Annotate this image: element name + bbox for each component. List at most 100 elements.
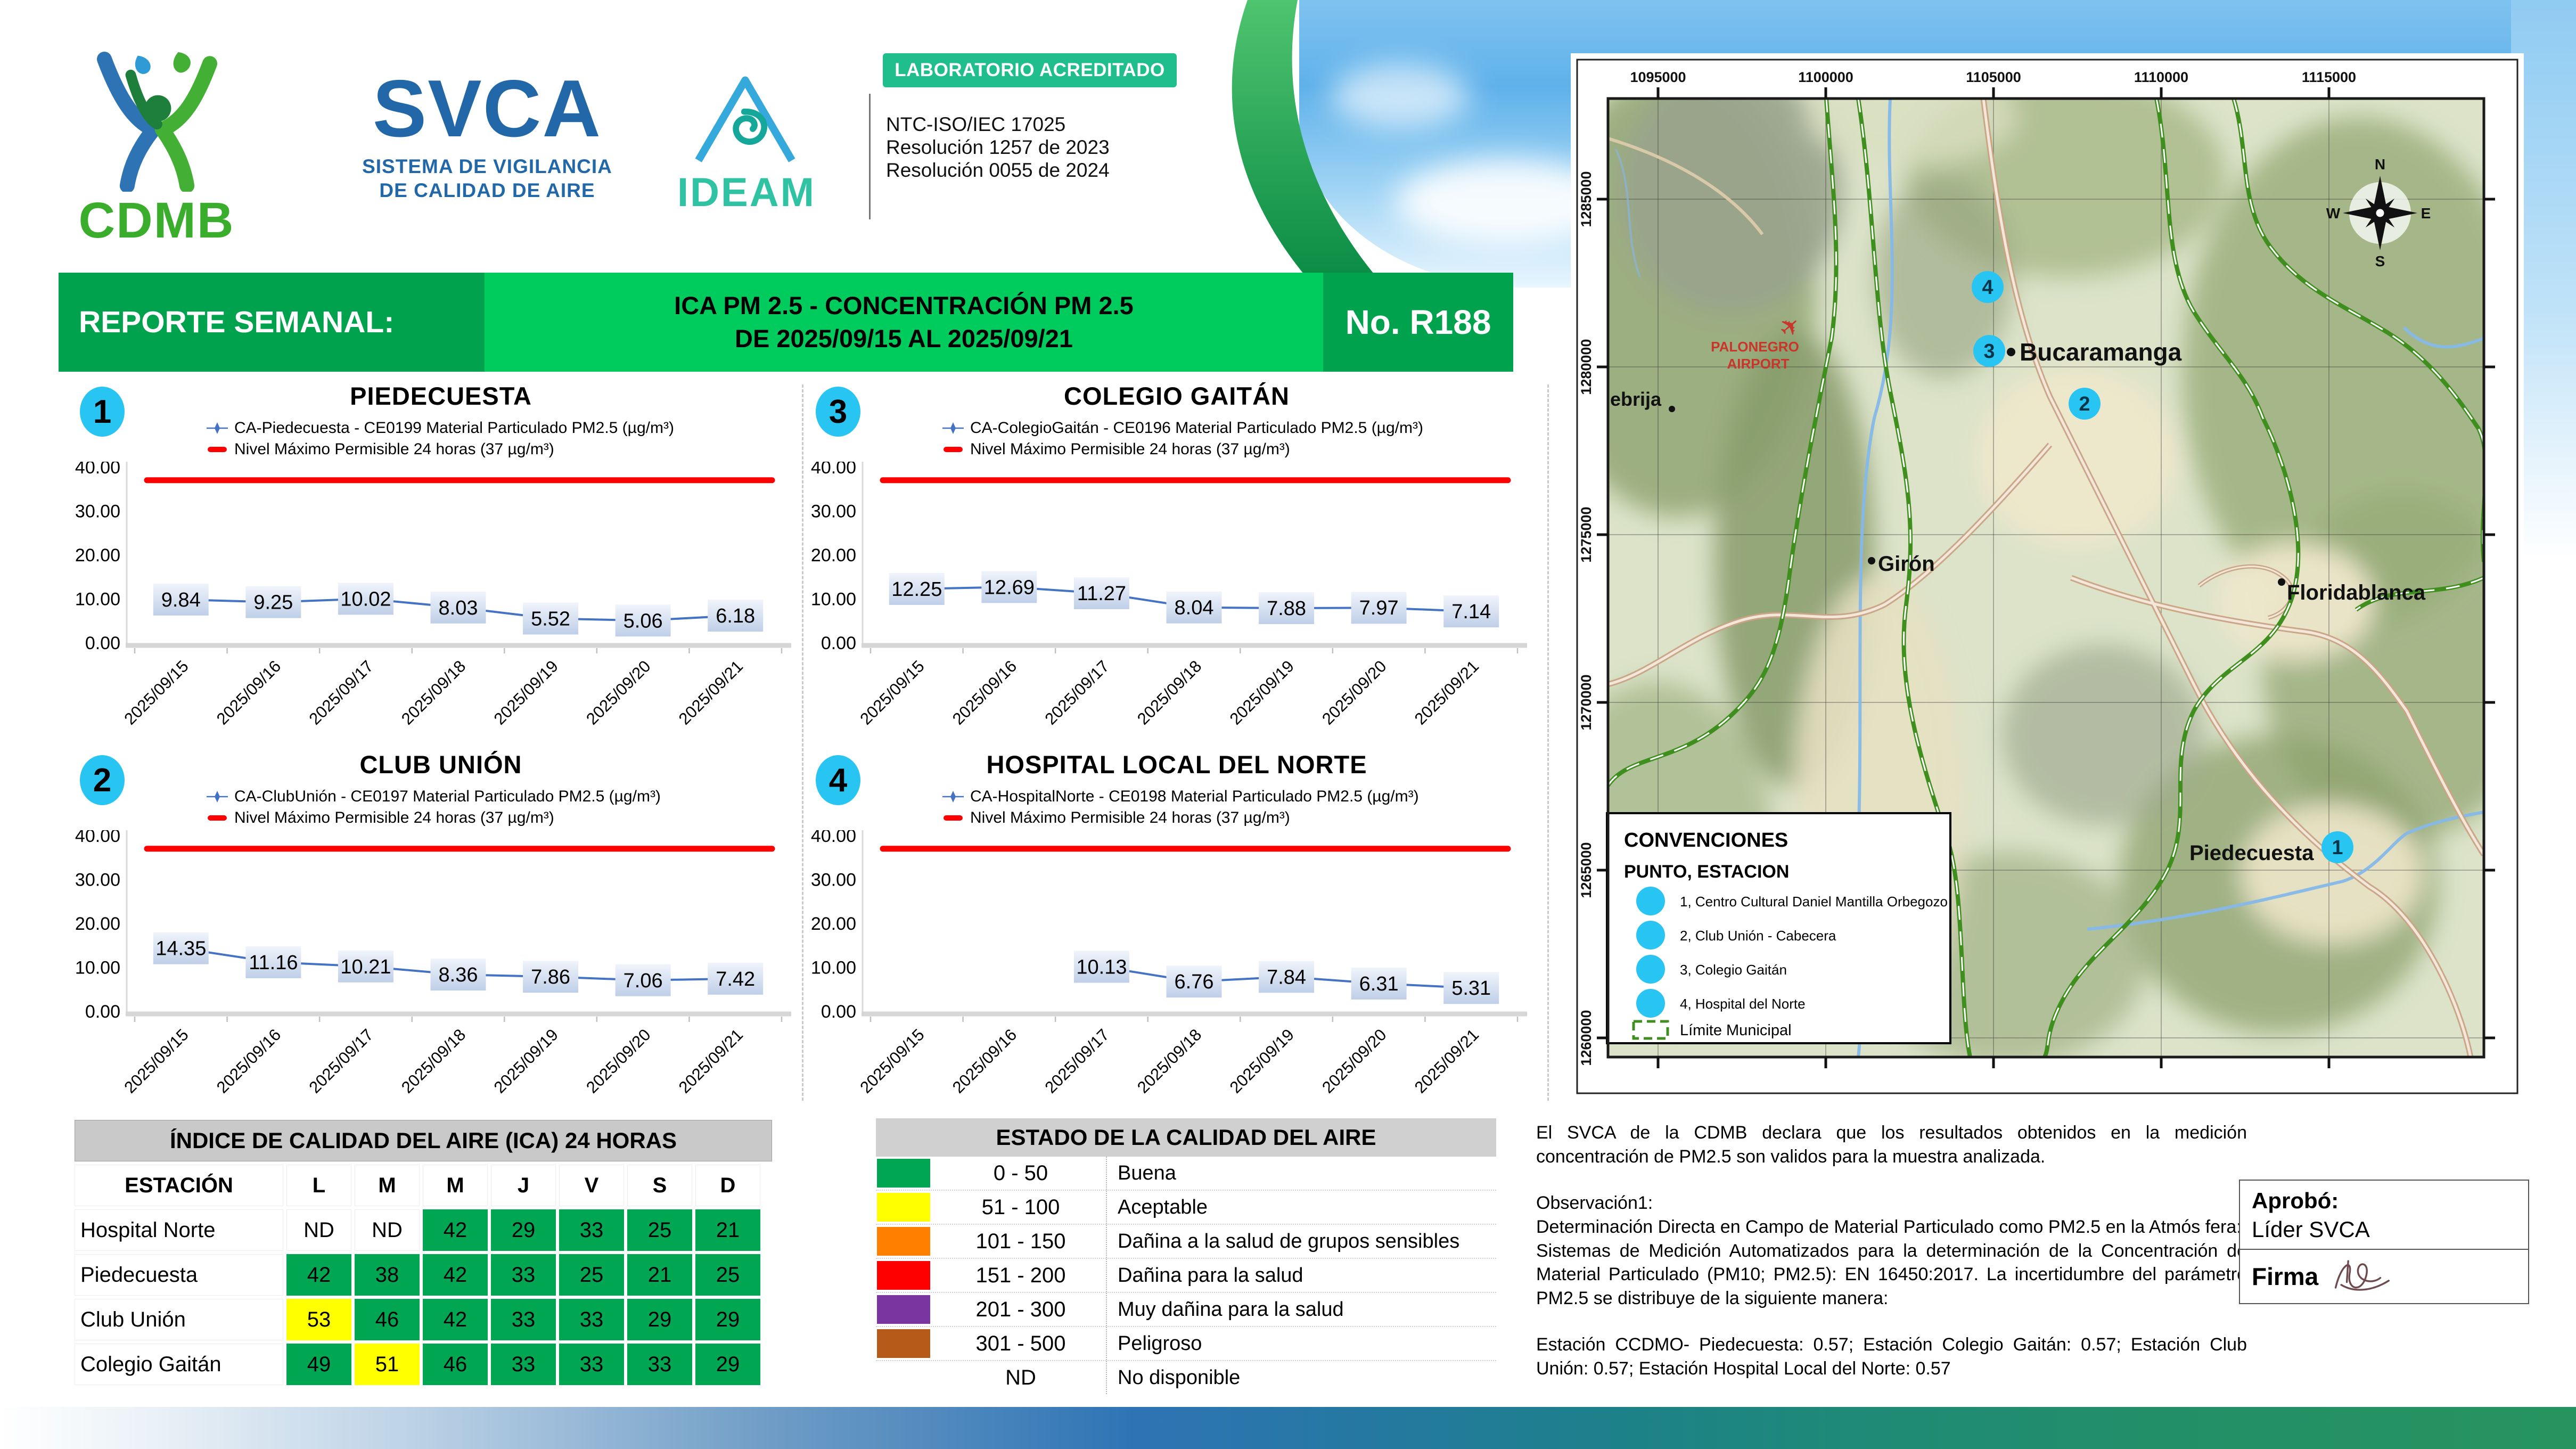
y-axis-tick: 20.00	[811, 545, 856, 566]
iso-line: NTC-ISO/IEC 17025	[886, 113, 1066, 135]
color-swatch	[877, 1295, 930, 1324]
x-axis-tick: 2025/09/16	[213, 1025, 284, 1096]
map-left-coordinate: 1285000	[1578, 171, 1594, 227]
station-marker-2: 2	[2069, 388, 2101, 420]
x-axis-tick: 2025/09/21	[1411, 1025, 1482, 1096]
ica-value-cell: 29	[491, 1209, 556, 1251]
data-label: 12.25	[891, 578, 942, 601]
map-canvas: Bucaramanga Girón Floridablanca Piedecue…	[1576, 59, 2518, 1094]
ica-value-cell: 25	[627, 1209, 692, 1251]
y-axis-tick: 40.00	[75, 462, 120, 478]
ica-value-cell: 51	[355, 1344, 420, 1385]
station-number-badge: 4	[816, 755, 860, 805]
ica-value-cell: 33	[627, 1344, 692, 1385]
x-axis-tick: 2025/09/21	[675, 1025, 746, 1096]
station-number-badge: 2	[80, 755, 125, 805]
x-axis-tick: 2025/09/18	[1134, 1025, 1205, 1096]
city-label-lebrija: ebrija	[1610, 388, 1662, 410]
ica-column-header: M	[355, 1165, 420, 1206]
ica-value-cell: 42	[286, 1254, 351, 1296]
map-top-coordinate: 1110000	[2134, 69, 2188, 85]
series-marker-icon	[942, 422, 964, 434]
ica-value-cell: 42	[423, 1209, 488, 1251]
observation-body: Sistemas de Medición Automatizados para …	[1536, 1240, 2247, 1309]
ideam-logo-icon	[695, 76, 795, 162]
x-axis-tick: 2025/09/21	[675, 657, 746, 728]
city-label-floridablanca: Floridablanca	[2287, 581, 2426, 604]
data-label: 5.52	[531, 608, 570, 630]
station-marker-4: 4	[1972, 271, 2004, 303]
data-label: 10.13	[1076, 956, 1127, 978]
series-legend-row: CA-ColegioGaitán - CE0196 Material Parti…	[941, 419, 1544, 437]
chart-title: CLUB UNIÓN	[359, 750, 522, 779]
signature-icon	[2335, 1260, 2390, 1291]
airport-label-line1: PALONEGRO	[1711, 339, 1799, 355]
station-map: Bucaramanga Girón Floridablanca Piedecue…	[1571, 53, 2524, 1100]
legend-station-icon	[1636, 887, 1665, 915]
estado-range: 151 - 200	[975, 1263, 1066, 1287]
ica-column-header: ESTACIÓN	[75, 1165, 283, 1206]
y-axis-tick: 0.00	[85, 633, 120, 653]
ica-column-header: J	[491, 1165, 556, 1206]
ica-value-cell: 42	[423, 1299, 488, 1340]
estado-range: ND	[1005, 1365, 1036, 1389]
observation-title: Observación1:	[1536, 1192, 1653, 1213]
map-left-coordinate: 1270000	[1578, 674, 1594, 730]
x-axis-tick: 2025/09/20	[1318, 1025, 1390, 1096]
ica-value-cell: 29	[695, 1299, 760, 1340]
x-axis-tick: 2025/09/19	[1226, 657, 1298, 728]
legend-item: 1, Centro Cultural Daniel Mantilla Orbeg…	[1680, 894, 1948, 910]
estado-range: 51 - 100	[981, 1195, 1060, 1219]
estado-row: ND No disponible	[876, 1360, 1496, 1394]
map-left-coordinate: 1265000	[1578, 842, 1594, 898]
limit-legend-row: Nivel Máximo Permisible 24 horas (37 µg/…	[206, 809, 808, 827]
ica-table: ÍNDICE DE CALIDAD DEL AIRE (ICA) 24 HORA…	[75, 1120, 772, 1385]
ica-station-name: Club Unión	[75, 1299, 283, 1340]
limit-label: Nivel Máximo Permisible 24 horas (37 µg/…	[234, 809, 554, 826]
ica-value-cell: 49	[286, 1344, 351, 1385]
ica-value-cell: 25	[695, 1254, 760, 1296]
x-axis-tick: 2025/09/17	[1041, 657, 1112, 728]
compass-s: S	[2375, 253, 2385, 269]
x-axis-tick: 2025/09/15	[120, 657, 192, 728]
legend-item: 3, Colegio Gaitán	[1680, 962, 1787, 978]
estado-swatch-cell	[876, 1261, 936, 1290]
x-axis-tick: 2025/09/19	[1226, 1025, 1298, 1096]
ica-column-header: V	[559, 1165, 624, 1206]
city-dot	[1868, 557, 1875, 564]
station-number-badge: 1	[80, 387, 125, 437]
city-label-piedecuesta: Piedecuesta	[2189, 841, 2314, 865]
approval-box: Aprobó: Líder SVCA Firma	[2239, 1180, 2529, 1304]
approver-role: Líder SVCA	[2252, 1217, 2370, 1242]
y-axis-tick: 0.00	[821, 633, 856, 653]
iso-line: Resolución 0055 de 2024	[886, 159, 1110, 181]
data-label: 11.16	[249, 952, 298, 974]
report-bar-left: REPORTE SEMANAL:	[59, 273, 485, 372]
x-axis-tick: 2025/09/18	[1134, 657, 1205, 728]
x-axis-tick: 2025/09/20	[583, 657, 654, 728]
ica-value-cell: 33	[491, 1299, 556, 1340]
marker-number: 2	[2079, 393, 2090, 415]
ica-value-cell: 33	[491, 1344, 556, 1385]
map-left-coordinate: 1260000	[1578, 1010, 1594, 1066]
y-axis-tick: 10.00	[75, 590, 120, 610]
column-separator	[1547, 384, 1549, 1101]
estado-range: 101 - 150	[975, 1229, 1066, 1253]
marker-number: 4	[1982, 276, 1993, 299]
ica-value-cell: 46	[423, 1344, 488, 1385]
series-legend-row: CA-Piedecuesta - CE0199 Material Particu…	[206, 419, 808, 437]
ica-value-cell: 46	[355, 1299, 420, 1340]
estado-label: Muy dañina para la salud	[1106, 1293, 1496, 1326]
estado-row: 101 - 150 Dañina a la salud de grupos sen…	[876, 1224, 1496, 1258]
map-top-coordinate: 1115000	[2302, 69, 2356, 85]
series-label: CA-ColegioGaitán - CE0196 Material Parti…	[970, 419, 1423, 437]
data-label: 8.36	[439, 964, 478, 986]
chart-plot: 40.00 30.00 20.00 10.00 0.00 10.13 6.76 7.84 6.3…	[811, 830, 1527, 1097]
signature-label: Firma	[2252, 1263, 2319, 1290]
x-axis-tick: 2025/09/16	[949, 1025, 1020, 1096]
ica-table-title: ÍNDICE DE CALIDAD DEL AIRE (ICA) 24 HORA…	[75, 1120, 772, 1161]
data-label: 9.25	[253, 592, 293, 614]
chart-title: COLEGIO GAITÁN	[1064, 382, 1290, 410]
report-number-badge: No. R188	[1323, 273, 1513, 372]
